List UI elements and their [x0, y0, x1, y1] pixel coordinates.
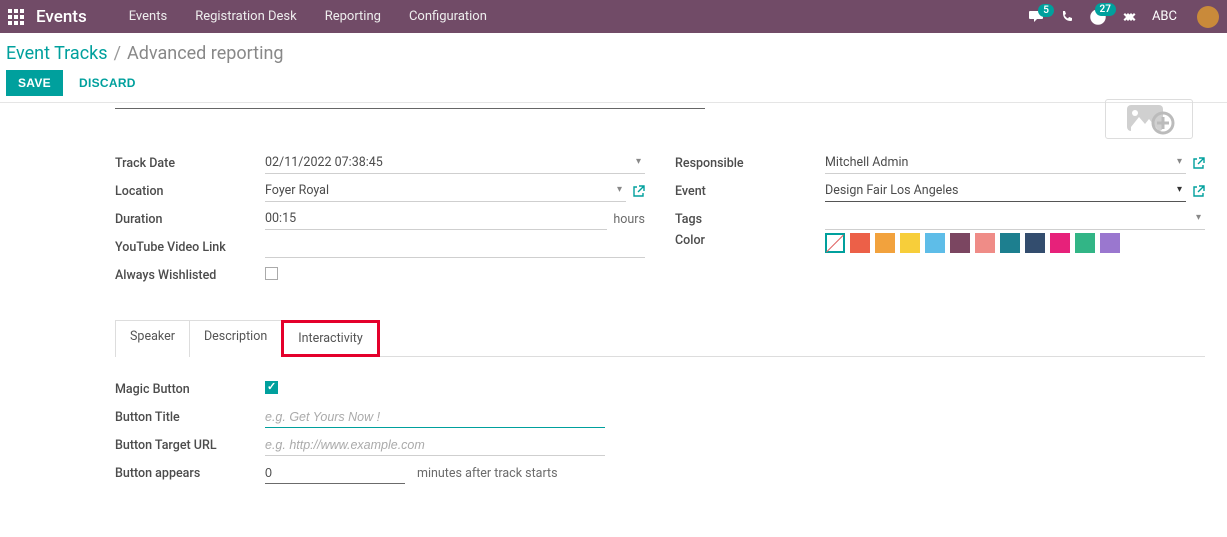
duration-label: Duration [115, 212, 265, 227]
activity-badge: 27 [1095, 3, 1116, 16]
duration-suffix: hours [613, 212, 645, 227]
breadcrumb: Event Tracks / Advanced reporting [6, 43, 1221, 64]
breadcrumb-root[interactable]: Event Tracks [6, 43, 108, 64]
color-swatch[interactable] [825, 233, 845, 253]
button-title-input[interactable] [265, 407, 605, 428]
duration-input[interactable]: 00:15 [265, 208, 607, 230]
breadcrumb-current: Advanced reporting [127, 43, 284, 64]
nav-registration-desk[interactable]: Registration Desk [181, 9, 311, 24]
always-wishlisted-label: Always Wishlisted [115, 268, 265, 283]
location-input[interactable]: Foyer Royal▾ [265, 180, 626, 202]
nav-events[interactable]: Events [115, 9, 181, 24]
track-date-label: Track Date [115, 156, 265, 171]
messages-icon[interactable]: 5 [1028, 10, 1044, 24]
activity-icon[interactable]: 27 [1090, 9, 1106, 25]
color-swatch[interactable] [1100, 233, 1120, 253]
chevron-down-icon: ▾ [1177, 184, 1182, 195]
color-swatch[interactable] [875, 233, 895, 253]
save-button[interactable]: SAVE [6, 70, 63, 96]
button-title-label: Button Title [115, 410, 265, 425]
color-swatch[interactable] [925, 233, 945, 253]
messages-badge: 5 [1038, 4, 1054, 17]
app-brand[interactable]: Events [36, 7, 87, 27]
user-menu[interactable]: ABC [1152, 9, 1177, 24]
location-label: Location [115, 184, 265, 199]
color-swatch[interactable] [900, 233, 920, 253]
avatar[interactable] [1197, 6, 1219, 28]
youtube-label: YouTube Video Link [115, 240, 265, 255]
color-swatch[interactable] [975, 233, 995, 253]
title-underline [115, 107, 705, 109]
chevron-down-icon: ▾ [1177, 156, 1182, 167]
track-date-input[interactable]: 02/11/2022 07:38:45▾ [265, 152, 645, 174]
button-appears-suffix: minutes after track starts [417, 466, 558, 481]
chevron-down-icon: ▾ [636, 156, 641, 167]
external-link-icon[interactable] [632, 185, 645, 198]
color-swatch[interactable] [1050, 233, 1070, 253]
magic-button-checkbox[interactable] [265, 381, 278, 394]
button-appears-label: Button appears [115, 466, 265, 481]
color-swatch[interactable] [1025, 233, 1045, 253]
debug-icon[interactable] [1122, 10, 1136, 24]
color-swatches [825, 233, 1205, 253]
image-upload[interactable] [1105, 99, 1193, 139]
tab-speaker[interactable]: Speaker [115, 320, 190, 357]
tab-interactivity[interactable]: Interactivity [281, 320, 380, 357]
tags-input[interactable]: ▾ [825, 208, 1205, 230]
phone-icon[interactable] [1060, 10, 1074, 24]
color-swatch[interactable] [850, 233, 870, 253]
nav-configuration[interactable]: Configuration [395, 9, 501, 24]
youtube-input[interactable] [265, 236, 645, 258]
color-swatch[interactable] [1000, 233, 1020, 253]
apps-icon[interactable] [8, 9, 24, 25]
color-swatch[interactable] [950, 233, 970, 253]
tags-label: Tags [675, 212, 825, 227]
event-label: Event [675, 184, 825, 199]
external-link-icon[interactable] [1192, 185, 1205, 198]
button-url-label: Button Target URL [115, 438, 265, 453]
event-input[interactable]: Design Fair Los Angeles▾ [825, 180, 1186, 202]
color-label: Color [675, 233, 825, 248]
breadcrumb-sep: / [114, 43, 121, 64]
discard-button[interactable]: DISCARD [79, 76, 136, 90]
button-appears-input[interactable] [265, 463, 405, 484]
responsible-label: Responsible [675, 156, 825, 171]
tab-description[interactable]: Description [189, 320, 282, 357]
button-url-input[interactable] [265, 435, 605, 456]
nav-reporting[interactable]: Reporting [311, 9, 395, 24]
magic-button-label: Magic Button [115, 382, 265, 397]
chevron-down-icon: ▾ [1196, 212, 1201, 223]
external-link-icon[interactable] [1192, 157, 1205, 170]
responsible-input[interactable]: Mitchell Admin▾ [825, 152, 1186, 174]
chevron-down-icon: ▾ [617, 184, 622, 195]
color-swatch[interactable] [1075, 233, 1095, 253]
always-wishlisted-checkbox[interactable] [265, 267, 278, 280]
